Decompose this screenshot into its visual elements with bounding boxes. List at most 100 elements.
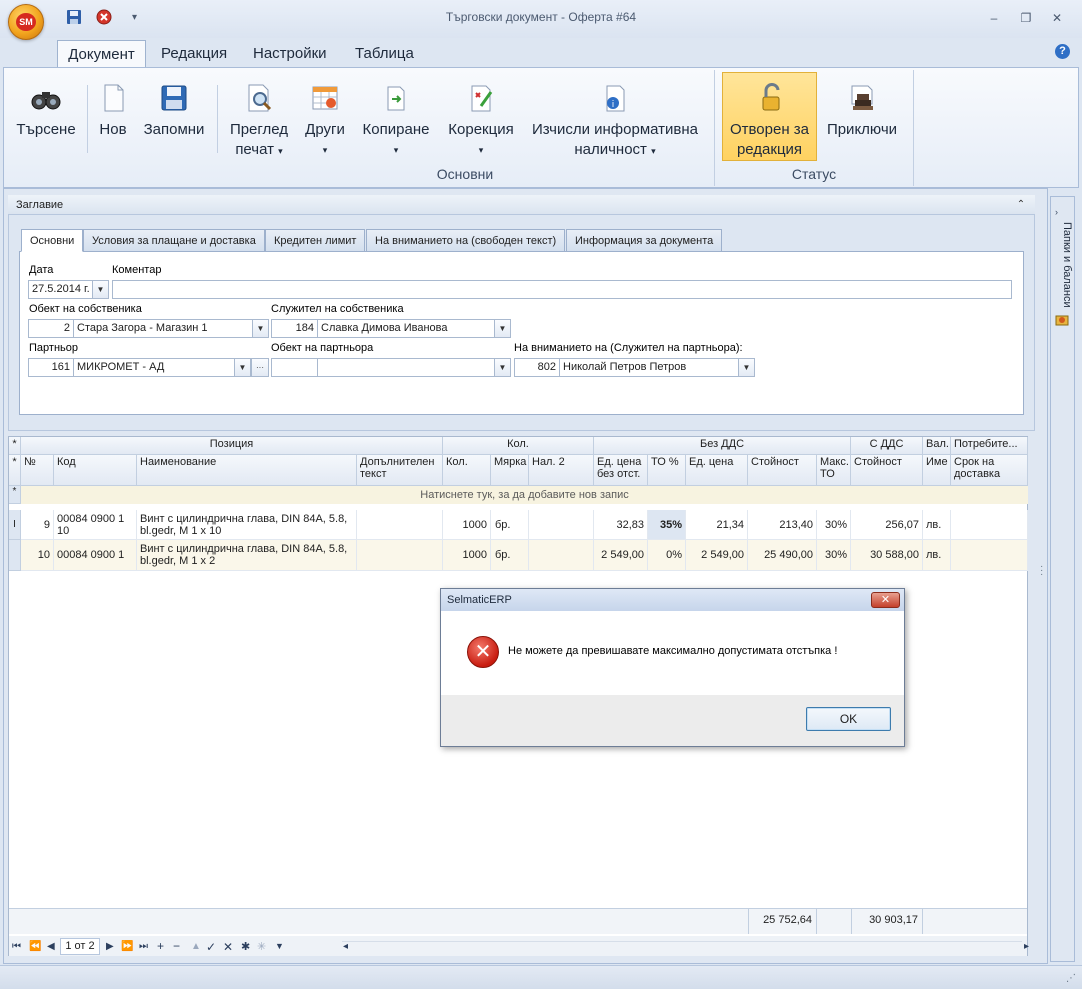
finish-button[interactable]: Приключи — [822, 82, 902, 140]
chevron-down-icon[interactable]: ▼ — [92, 280, 109, 299]
cell-unit-price[interactable]: 21,34 — [686, 510, 748, 540]
row-marker[interactable] — [9, 540, 21, 571]
chevron-down-icon[interactable]: ▼ — [738, 358, 755, 377]
nav-up-button[interactable]: ▲ — [191, 941, 201, 952]
help-icon[interactable]: ? — [1055, 44, 1070, 59]
nav-bookmark2-button[interactable]: ✳ — [257, 940, 266, 953]
chevron-down-icon[interactable]: ▼ — [234, 358, 251, 377]
folders-balances-tab[interactable]: Папки и баланси — [1053, 222, 1073, 352]
nav-next-button[interactable]: ▶ — [106, 941, 114, 952]
cell-unit-price[interactable]: 2 549,00 — [686, 540, 748, 571]
cell-max-to[interactable]: 30% — [817, 510, 851, 540]
nav-cancel-button[interactable]: ✕ — [223, 940, 233, 954]
horizontal-scrollbar[interactable] — [342, 941, 1022, 953]
cell-value-vat[interactable]: 30 588,00 — [851, 540, 923, 571]
cell-extra[interactable] — [357, 510, 443, 540]
search-button[interactable]: Търсене — [12, 82, 80, 140]
comment-field[interactable] — [112, 280, 1012, 299]
cell-value-vat[interactable]: 256,07 — [851, 510, 923, 540]
tab-settings[interactable]: Настройки — [243, 40, 337, 68]
nav-first-button[interactable]: ⏮ — [12, 941, 21, 952]
tab-attention-free-text[interactable]: На вниманието на (свободен текст) — [366, 229, 566, 252]
cell-avail2[interactable] — [529, 510, 594, 540]
owner-object-name[interactable]: Стара Загора - Магазин 1 — [73, 319, 253, 338]
cell-value[interactable]: 213,40 — [748, 510, 817, 540]
nav-add-button[interactable]: + — [157, 939, 164, 953]
open-for-edit-button[interactable]: Отворен за редакция — [722, 72, 817, 161]
filter-icon[interactable]: ▼ — [275, 941, 284, 951]
cell-to-pct[interactable]: 0% — [648, 540, 686, 571]
new-record-row[interactable]: Натиснете тук, за да добавите нов запис — [21, 486, 1028, 504]
col-max-to[interactable]: Макс. ТО — [817, 455, 851, 486]
owner-object-code[interactable]: 2 — [28, 319, 74, 338]
col-name[interactable]: Наименование — [137, 455, 357, 486]
tab-document-info[interactable]: Информация за документа — [566, 229, 723, 252]
partner-object-name[interactable] — [317, 358, 495, 377]
cell-no[interactable]: 9 — [21, 510, 54, 540]
tab-payment-delivery[interactable]: Условия за плащане и доставка — [83, 229, 265, 252]
splitter-handle[interactable]: · · · — [1040, 562, 1043, 580]
owner-employee-name[interactable]: Славка Димова Иванова — [317, 319, 495, 338]
col-price-no-disc[interactable]: Ед. цена без отст. — [594, 455, 648, 486]
cell-max-to[interactable]: 30% — [817, 540, 851, 571]
minimize-button[interactable]: – — [983, 10, 1005, 26]
cell-delivery[interactable] — [951, 540, 1028, 571]
tab-document[interactable]: Документ — [57, 40, 146, 68]
col-unit[interactable]: Мярка — [491, 455, 529, 486]
cell-delivery[interactable] — [951, 510, 1028, 540]
chevron-down-icon[interactable]: ▼ — [494, 319, 511, 338]
tab-table[interactable]: Таблица — [345, 40, 424, 68]
cell-price-no-disc[interactable]: 32,83 — [594, 510, 648, 540]
cell-currency[interactable]: лв. — [923, 510, 951, 540]
save-button[interactable]: Запомни — [139, 82, 209, 140]
dialog-close-button[interactable]: ✕ — [871, 592, 900, 608]
tab-edit[interactable]: Редакция — [151, 40, 237, 68]
nav-last-button[interactable]: ⏭ — [139, 941, 148, 952]
ok-button[interactable]: OK — [806, 707, 891, 731]
partner-object-code[interactable] — [271, 358, 318, 377]
chevron-down-icon[interactable]: ▼ — [252, 319, 269, 338]
resize-grip[interactable]: ⋰ — [1066, 973, 1076, 984]
tab-basics[interactable]: Основни — [21, 229, 84, 252]
partner-more-button[interactable]: ··· — [251, 358, 269, 377]
attention-code[interactable]: 802 — [514, 358, 560, 377]
nav-bookmark-button[interactable]: ✱ — [241, 940, 250, 953]
cell-price-no-disc[interactable]: 2 549,00 — [594, 540, 648, 571]
col-to-pct[interactable]: ТО % — [648, 455, 686, 486]
cell-value[interactable]: 25 490,00 — [748, 540, 817, 571]
cell-currency[interactable]: лв. — [923, 540, 951, 571]
col-unit-price[interactable]: Ед. цена — [686, 455, 748, 486]
cell-code[interactable]: 00084 0900 1 2 — [54, 540, 137, 571]
cell-name[interactable]: Винт с цилиндрична глава, DIN 84A, 5.8, … — [137, 540, 357, 571]
nav-remove-button[interactable]: − — [173, 939, 180, 953]
date-field[interactable]: 27.5.2014 г. — [28, 280, 93, 299]
col-currency-name[interactable]: Име — [923, 455, 951, 486]
col-code[interactable]: Код — [54, 455, 137, 486]
copy-button[interactable]: Копиране ▾ — [358, 82, 434, 160]
cell-extra[interactable] — [357, 540, 443, 571]
scroll-right-icon[interactable]: ▸ — [1024, 941, 1029, 952]
maximize-button[interactable]: ❐ — [1015, 10, 1037, 26]
owner-employee-code[interactable]: 184 — [271, 319, 318, 338]
cell-avail2[interactable] — [529, 540, 594, 571]
cell-qty[interactable]: 1000 — [443, 510, 491, 540]
chevron-down-icon[interactable]: ▼ — [494, 358, 511, 377]
calc-availability-button[interactable]: i Изчисли информативна наличност ▾ — [528, 82, 702, 161]
print-preview-button[interactable]: Преглед печат ▾ — [226, 82, 292, 161]
cell-no[interactable]: 10 — [21, 540, 54, 571]
scroll-left-icon[interactable]: ◂ — [343, 941, 348, 952]
other-button[interactable]: Други ▾ — [298, 82, 352, 160]
nav-page-indicator[interactable]: 1 от 2 — [60, 938, 100, 955]
cell-unit[interactable]: бр. — [491, 540, 529, 571]
row-marker[interactable]: I — [9, 510, 21, 540]
col-avail2[interactable]: Нал. 2 — [529, 455, 594, 486]
col-value[interactable]: Стойност — [748, 455, 817, 486]
col-extra-text[interactable]: Допълнителен текст — [357, 455, 443, 486]
close-button[interactable]: ✕ — [1046, 10, 1068, 26]
cell-to-pct[interactable]: 35% — [648, 510, 686, 540]
nav-prev-page-button[interactable]: ⏪ — [29, 941, 41, 952]
nav-next-page-button[interactable]: ⏩ — [121, 941, 133, 952]
col-delivery[interactable]: Срок на доставка — [951, 455, 1028, 486]
cell-qty[interactable]: 1000 — [443, 540, 491, 571]
chevron-right-icon[interactable]: › — [1055, 207, 1058, 217]
